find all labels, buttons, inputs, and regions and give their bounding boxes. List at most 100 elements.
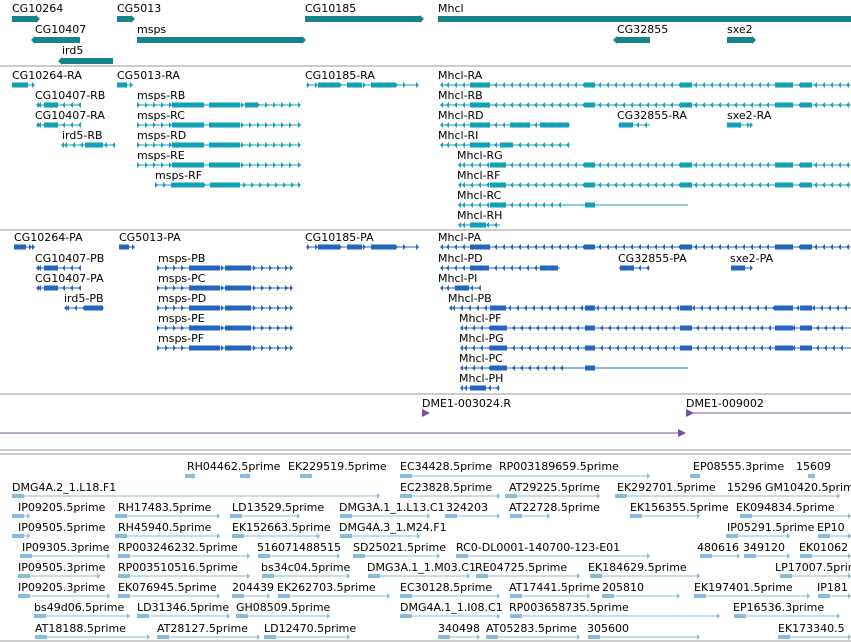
gene-ird5: ird5 <box>62 44 83 57</box>
protein-msps-e: msps-PE <box>158 312 205 325</box>
est-label-37: DMG3A.1_1.M03.C1 <box>367 561 476 574</box>
est-label-23: DMG4A.3_1.M24.F1 <box>339 521 447 534</box>
est-label-15: DMG3A.1_1.L13.C1 <box>339 501 445 514</box>
transcript-cg10407-b: CG10407-RB <box>35 89 105 102</box>
est-label-4: EP08555.3prime <box>693 460 784 473</box>
est-label-41: IP09205.3prime <box>18 581 106 594</box>
protein-cg10407-a: CG10407-PA <box>35 272 104 285</box>
transcript-mhcl-c: Mhcl-RC <box>457 189 502 202</box>
transcript-msps-e: msps-RE <box>137 149 185 162</box>
est-label-59: 340498 <box>438 622 480 635</box>
est-label-18: EK156355.5prime <box>630 501 729 514</box>
protein-cg10185: CG10185-PA <box>305 231 374 244</box>
est-label-8: AT29225.5prime <box>509 481 600 494</box>
est-label-34: IP09505.3prime <box>18 561 106 574</box>
transcript-msps-d: msps-RD <box>137 129 186 142</box>
oligo-mark-1 <box>422 409 430 417</box>
est-label-33: EK01062 <box>799 541 848 554</box>
est-label-44: EK262703.5prime <box>277 581 376 594</box>
est-label-20: IP09505.5prime <box>18 521 106 534</box>
est-label-57: AT28127.5prime <box>157 622 248 635</box>
transcript-msps-c: msps-RC <box>137 109 185 122</box>
est-label-40: LP17007.5prime <box>775 561 851 574</box>
est-label-16: 324203 <box>446 501 488 514</box>
transcript-cg10264: CG10264-RA <box>12 69 82 82</box>
est-label-29: SD25021.5prime <box>353 541 446 554</box>
transcript-mhcl-b: Mhcl-RB <box>438 89 483 102</box>
gene-cg32855: CG32855 <box>617 23 668 36</box>
est-label-36: bs34c04.5prime <box>261 561 351 574</box>
est-label-35: RP003510516.5prime <box>118 561 238 574</box>
est-label-42: EK076945.5prime <box>118 581 217 594</box>
transcript-ird5: ird5-RB <box>62 129 103 142</box>
transcript-mhcl-i: Mhcl-RI <box>438 129 478 142</box>
transcript-mhcl-f: Mhcl-RF <box>457 169 501 182</box>
protein-cg5013: CG5013-PA <box>119 231 181 244</box>
est-label-24: IP05291.5prime <box>727 521 815 534</box>
protein-cg10407-b: CG10407-PB <box>35 252 104 265</box>
est-label-56: AT18188.5prime <box>35 622 126 635</box>
est-label-11: GM10420.5prime <box>765 481 851 494</box>
gene-cg10407: CG10407 <box>35 23 86 36</box>
protein-mhcl-c: Mhcl-PC <box>459 352 503 365</box>
protein-msps-c: msps-PC <box>158 272 206 285</box>
est-label-31: 480616 <box>697 541 739 554</box>
transcript-mhcl-a: Mhcl-RA <box>438 69 483 82</box>
gene-cg10185: CG10185 <box>305 2 356 15</box>
est-label-14: LD13529.5prime <box>232 501 324 514</box>
est-label-43: 204439 <box>232 581 274 594</box>
est-label-38: RE04725.5prime <box>475 561 567 574</box>
est-label-49: IP181 <box>817 581 848 594</box>
oligo-mark-2 <box>686 409 694 417</box>
est-label-25: EP10 <box>817 521 845 534</box>
gene-msps: msps <box>137 23 166 36</box>
protein-msps-b: msps-PB <box>158 252 205 265</box>
gene-cg5013: CG5013 <box>117 2 161 15</box>
protein-mhcl-b: Mhcl-PB <box>448 292 492 305</box>
transcript-mhcl-d: Mhcl-RD <box>438 109 484 122</box>
est-label-5: 15609 <box>796 460 831 473</box>
est-label-13: RH17483.5prime <box>118 501 212 514</box>
protein-cg32855: CG32855-PA <box>618 252 687 265</box>
est-label-46: AT17441.5prime <box>509 581 600 594</box>
transcript-cg10185: CG10185-RA <box>305 69 375 82</box>
est-label-21: RH45940.5prime <box>118 521 212 534</box>
est-label-61: 305600 <box>587 622 629 635</box>
est-label-17: AT22728.5prime <box>509 501 600 514</box>
est-label-54: RP003658735.5prime <box>509 601 629 614</box>
est-label-62: EK173340.5 <box>778 622 845 635</box>
est-label-10: 15296 <box>727 481 762 494</box>
est-label-30: RC0-DL0001-140700-123-E01 <box>456 541 620 554</box>
transcript-cg32855: CG32855-RA <box>617 109 687 122</box>
est-label-55: EP16536.3prime <box>733 601 824 614</box>
protein-sxe2: sxe2-PA <box>730 252 774 265</box>
est-label-45: EC30128.5prime <box>400 581 492 594</box>
genome-browser-canvas: CG10264 CG5013 CG10185 Mhcl CG10407 msps CG328… <box>0 2 851 642</box>
gene-sxe2: sxe2 <box>727 23 753 36</box>
protein-mhcl-a: Mhcl-PA <box>438 231 481 244</box>
est-label-39: EK184629.5prime <box>588 561 687 574</box>
transcript-sxe2: sxe2-RA <box>727 109 772 122</box>
protein-cg10264: CG10264-PA <box>14 231 83 244</box>
est-label-28: 516071488515 <box>257 541 341 554</box>
est-label-22: EK152663.5prime <box>232 521 331 534</box>
protein-mhcl-f: Mhcl-PF <box>459 312 502 325</box>
transcript-cg5013: CG5013-RA <box>117 69 180 82</box>
est-label-9: EK292701.5prime <box>617 481 716 494</box>
est-label-27: RP003246232.5prime <box>118 541 238 554</box>
est-label-19: EK094834.5prime <box>736 501 835 514</box>
transcript-msps-b: msps-RB <box>137 89 185 102</box>
oligo-dme1-003024: DME1-003024.R <box>422 397 511 410</box>
transcript-cg10407-a: CG10407-RA <box>35 109 105 122</box>
est-label-3: RP003189659.5prime <box>499 460 619 473</box>
est-label-32: 349120 <box>743 541 785 554</box>
est-label-12: IP09205.5prime <box>18 501 106 514</box>
protein-mhcl-d: Mhcl-PD <box>438 252 483 265</box>
gene-cg10264: CG10264 <box>12 2 63 15</box>
transcript-msps-f: msps-RF <box>155 169 202 182</box>
est-label-52: GH08509.5prime <box>236 601 331 614</box>
transcript-mhcl-h: Mhcl-RH <box>457 209 502 222</box>
est-label-2: EC34428.5prime <box>400 460 492 473</box>
protein-msps-f: msps-PF <box>158 332 204 345</box>
protein-mhcl-i: Mhcl-PI <box>438 272 477 285</box>
